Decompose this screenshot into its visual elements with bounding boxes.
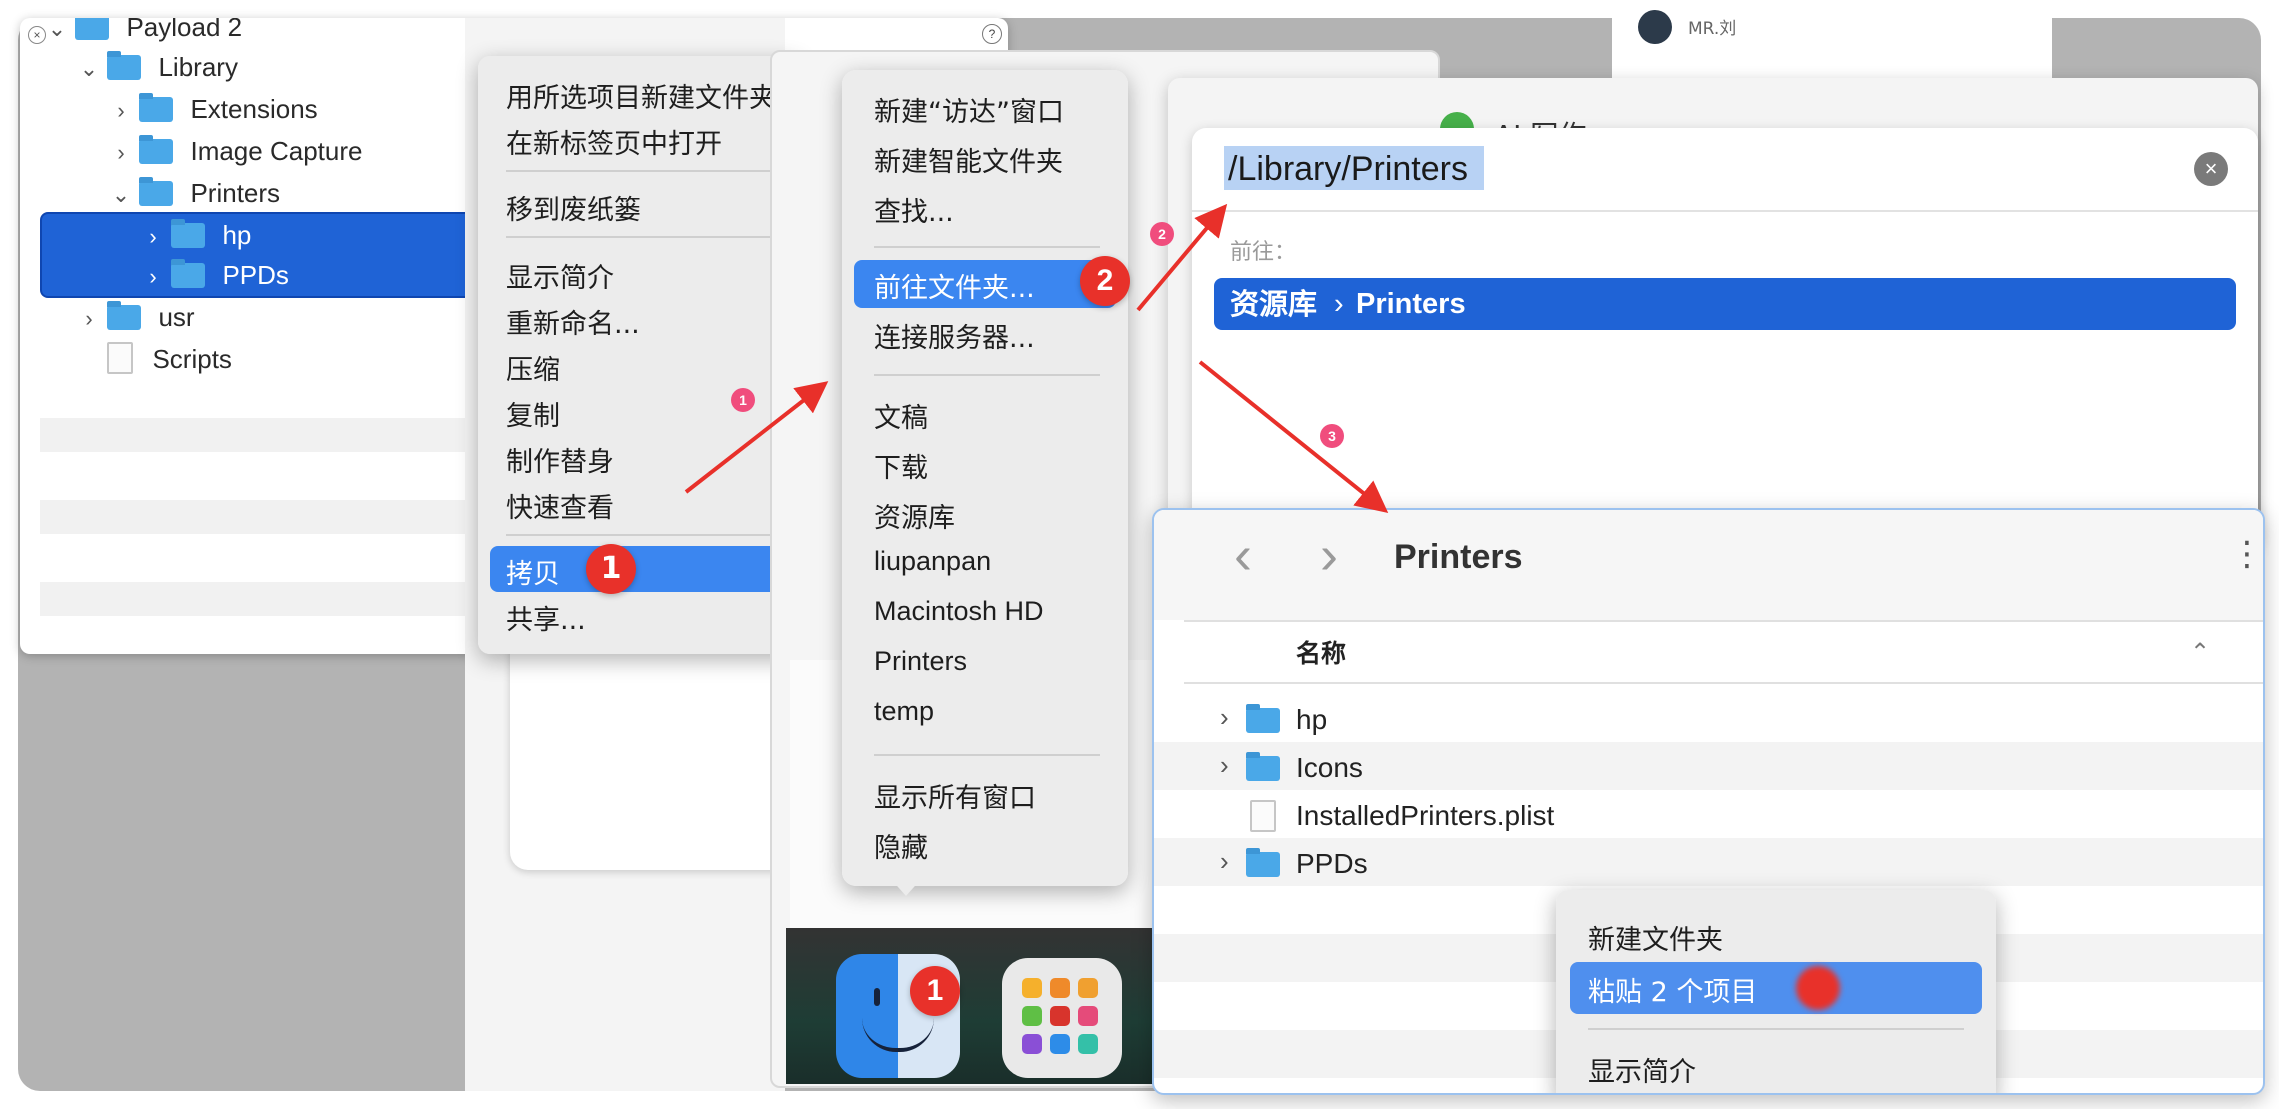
step-marker-1: 1 — [731, 388, 755, 412]
arrow-3 — [1198, 360, 1389, 514]
arrow-2 — [1136, 203, 1228, 312]
step-marker-2: 2 — [1150, 222, 1174, 246]
step-marker-3: 3 — [1320, 424, 1344, 448]
annotation-arrows — [684, 203, 1389, 514]
